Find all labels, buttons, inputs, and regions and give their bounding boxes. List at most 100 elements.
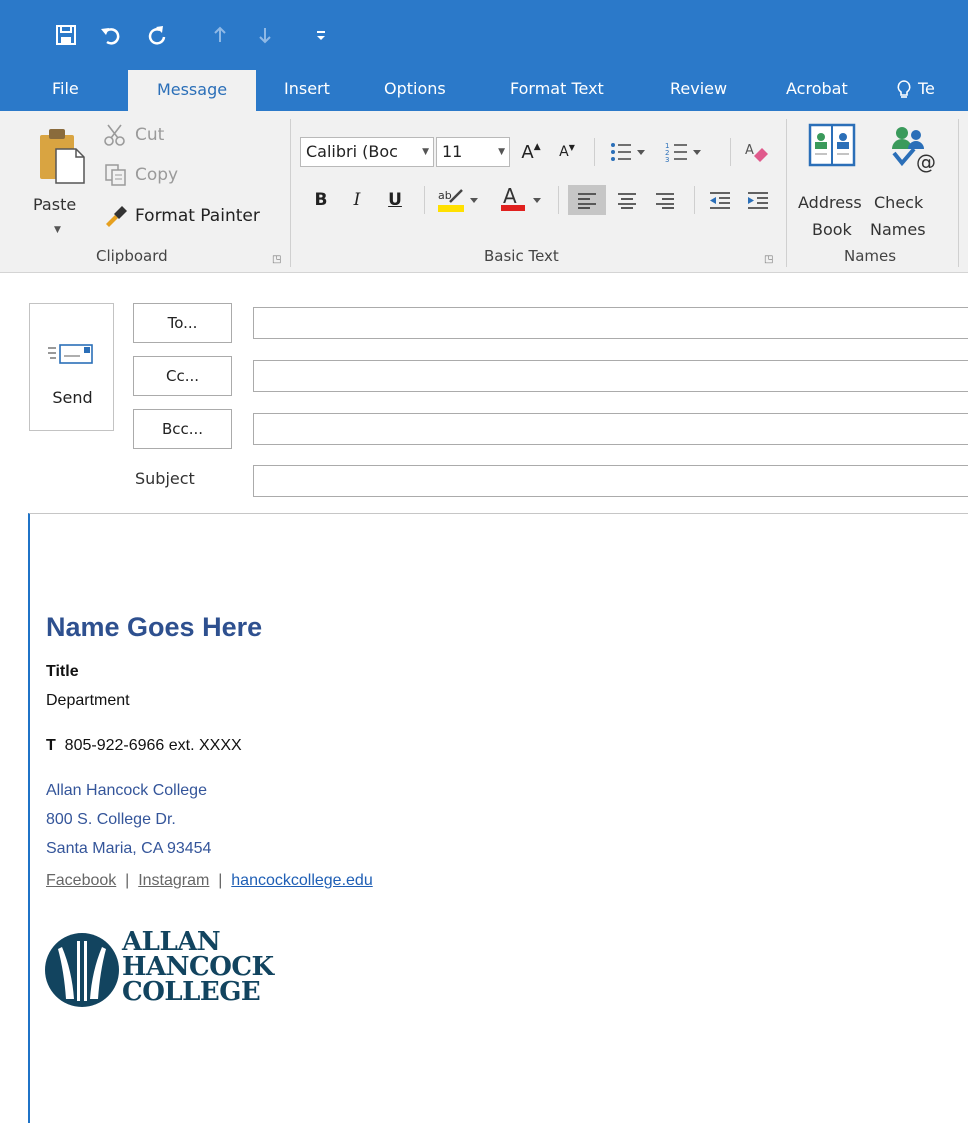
- separator: [594, 138, 595, 166]
- separator: [694, 186, 695, 214]
- signature-college: Allan Hancock College: [46, 782, 207, 799]
- tab-acrobat[interactable]: Acrobat: [770, 66, 864, 111]
- paste-dropdown-icon: ▼: [54, 225, 61, 235]
- tab-options[interactable]: Options: [368, 66, 462, 111]
- italic-button[interactable]: I: [342, 185, 372, 215]
- up-arrow-icon[interactable]: [205, 20, 235, 50]
- signature-name: Name Goes Here: [46, 612, 263, 642]
- bullet-list-icon: [611, 143, 645, 161]
- check-names-label-1: Check: [874, 193, 924, 212]
- clear-formatting-button[interactable]: A: [740, 137, 774, 167]
- caret-up-icon: ▲: [533, 142, 541, 152]
- align-right-icon: [656, 193, 674, 209]
- separator: [558, 186, 559, 214]
- font-name-value: Calibri (Boc: [306, 142, 398, 161]
- font-color-button[interactable]: A: [496, 185, 550, 215]
- shrink-font-button[interactable]: A ▼: [552, 137, 582, 167]
- check-names-icon: @: [892, 127, 936, 173]
- tab-insert[interactable]: Insert: [268, 66, 346, 111]
- customize-icon[interactable]: [306, 20, 336, 50]
- format-painter-button[interactable]: Format Painter: [103, 204, 260, 228]
- shrink-font-label: A: [559, 144, 569, 160]
- address-book-icon: [808, 123, 856, 167]
- decrease-indent-icon: [710, 192, 730, 209]
- send-envelope-icon: [48, 344, 93, 364]
- address-book-label-1: Address: [798, 193, 862, 212]
- svg-text:A: A: [745, 143, 754, 158]
- font-color-icon: A: [501, 186, 541, 211]
- basic-text-launcher-icon[interactable]: ◳: [764, 254, 773, 265]
- caret-down-icon: ▼: [568, 142, 575, 152]
- to-button[interactable]: To...: [133, 303, 232, 343]
- separator: [290, 119, 291, 267]
- signature-links: Facebook | Instagram | hancockcollege.ed…: [46, 872, 373, 890]
- signature-phone-prefix: T: [46, 737, 56, 754]
- paste-button[interactable]: Paste ▼: [30, 121, 96, 241]
- align-left-button[interactable]: [568, 185, 606, 215]
- save-icon[interactable]: [51, 20, 81, 50]
- names-group-label: Names: [844, 247, 897, 265]
- tab-file[interactable]: File: [36, 66, 95, 111]
- align-center-icon: [618, 193, 636, 209]
- decrease-indent-button[interactable]: [702, 185, 738, 215]
- clipboard-launcher-icon[interactable]: ◳: [272, 254, 281, 265]
- align-right-button[interactable]: [648, 185, 682, 215]
- cc-field[interactable]: [253, 360, 968, 392]
- signature-address-1: 800 S. College Dr.: [46, 811, 176, 828]
- font-name-combo[interactable]: Calibri (Boc ▼: [300, 137, 434, 167]
- redo-icon[interactable]: [141, 20, 171, 50]
- check-names-button[interactable]: @ Check Names: [870, 119, 950, 243]
- instagram-link[interactable]: Instagram: [138, 872, 209, 889]
- send-button[interactable]: Send: [29, 303, 114, 431]
- link-separator: |: [125, 872, 130, 889]
- bullets-button[interactable]: [604, 137, 654, 167]
- highlight-button[interactable]: ab: [432, 185, 488, 215]
- align-center-button[interactable]: [610, 185, 644, 215]
- underline-button[interactable]: U: [380, 185, 410, 215]
- tab-message[interactable]: Message: [128, 70, 256, 111]
- website-link[interactable]: hancockcollege.edu: [231, 872, 372, 889]
- signature-address-2: Santa Maria, CA 93454: [46, 840, 212, 857]
- tab-tell-me[interactable]: Te: [880, 66, 951, 111]
- undo-icon[interactable]: [96, 20, 126, 50]
- subject-field[interactable]: [253, 465, 968, 497]
- address-book-button[interactable]: Address Book: [794, 119, 872, 243]
- grow-font-button[interactable]: A ▲: [516, 137, 546, 167]
- clipboard-group-label: Clipboard: [96, 247, 168, 265]
- facebook-link[interactable]: Facebook: [46, 872, 116, 889]
- separator: [424, 186, 425, 214]
- bcc-field[interactable]: [253, 413, 968, 445]
- eraser-icon: A: [745, 143, 768, 162]
- font-size-combo[interactable]: 11 ▼: [436, 137, 510, 167]
- separator: [958, 119, 959, 267]
- chevron-down-icon: ▼: [422, 147, 429, 157]
- to-field[interactable]: [253, 307, 968, 339]
- font-size-value: 11: [442, 142, 463, 161]
- increase-indent-button[interactable]: [740, 185, 776, 215]
- numbering-button[interactable]: 123: [660, 137, 710, 167]
- send-label: Send: [52, 388, 93, 407]
- svg-text:A: A: [503, 186, 517, 208]
- chevron-down-icon: ▼: [498, 147, 505, 157]
- cc-button[interactable]: Cc...: [133, 356, 232, 396]
- signature-title: Title: [46, 663, 79, 680]
- down-arrow-icon[interactable]: [250, 20, 280, 50]
- logo-line-2: HANCOCK: [122, 952, 274, 982]
- numbered-list-icon: 123: [665, 142, 701, 163]
- basic-text-group-label: Basic Text: [484, 247, 559, 265]
- paste-label: Paste: [33, 195, 77, 214]
- cut-button[interactable]: Cut: [103, 123, 164, 147]
- increase-indent-icon: [748, 192, 768, 209]
- align-left-icon: [578, 193, 596, 209]
- bcc-button[interactable]: Bcc...: [133, 409, 232, 449]
- bold-button[interactable]: B: [306, 185, 336, 215]
- tab-format-text[interactable]: Format Text: [494, 66, 620, 111]
- college-seal-icon: [45, 933, 119, 1007]
- copy-button[interactable]: Copy: [103, 163, 178, 187]
- tab-tell-me-label: Te: [918, 79, 935, 98]
- college-logo: ALLAN HANCOCK COLLEGE: [44, 929, 304, 1011]
- check-names-label-2: Names: [870, 220, 926, 239]
- ribbon-tabs: File Message Insert Options Format Text …: [0, 66, 968, 111]
- signature-department: Department: [46, 692, 130, 709]
- tab-review[interactable]: Review: [654, 66, 743, 111]
